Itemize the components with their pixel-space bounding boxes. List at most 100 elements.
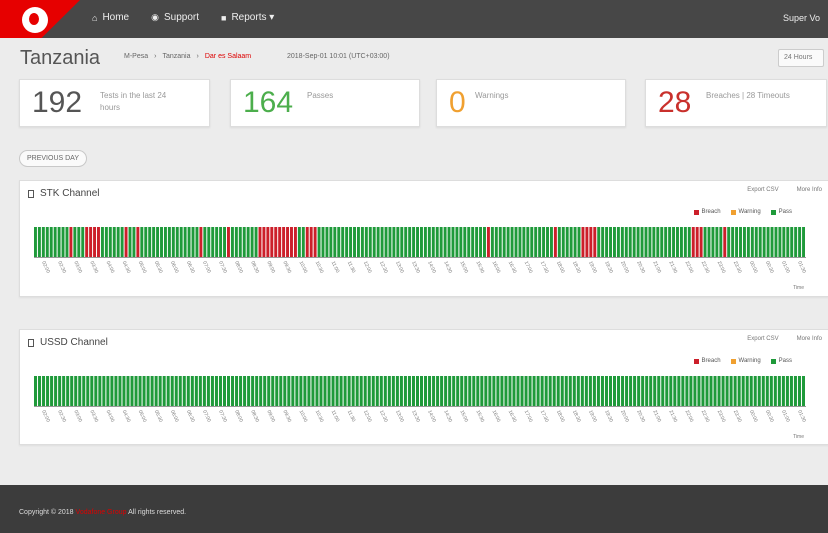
bar-pass bbox=[158, 376, 162, 406]
bar-pass bbox=[448, 376, 452, 406]
bar-pass bbox=[411, 376, 415, 406]
x-tick-label: 16:30 bbox=[507, 260, 518, 274]
bar-pass bbox=[460, 376, 464, 406]
bar-pass bbox=[154, 376, 158, 406]
export-csv-link[interactable]: Export CSV bbox=[747, 336, 778, 342]
bar-pass bbox=[238, 227, 242, 257]
bar-pass bbox=[86, 376, 90, 406]
bar-pass bbox=[536, 376, 540, 406]
bar-breach bbox=[97, 227, 100, 257]
bar-pass bbox=[565, 227, 569, 257]
bar-pass bbox=[573, 227, 577, 257]
bar-pass bbox=[689, 376, 693, 406]
bar-pass bbox=[329, 227, 333, 257]
bar-pass bbox=[191, 227, 195, 257]
bar-pass bbox=[110, 376, 114, 406]
bar-pass bbox=[148, 227, 152, 257]
bar-pass bbox=[427, 227, 431, 257]
bar-pass bbox=[443, 227, 447, 257]
user-menu[interactable]: Super Vo bbox=[783, 13, 820, 23]
more-info-link[interactable]: More Info bbox=[797, 336, 822, 342]
bar-pass bbox=[351, 376, 355, 406]
bar-pass bbox=[754, 227, 758, 257]
x-axis-label: Time bbox=[793, 285, 804, 291]
breaches-count: 28 bbox=[658, 86, 692, 119]
bar-pass bbox=[195, 227, 199, 257]
more-info-link[interactable]: More Info bbox=[797, 187, 822, 193]
bar-pass bbox=[657, 376, 661, 406]
time-range-select[interactable]: 24 Hours bbox=[778, 49, 824, 67]
pass-swatch bbox=[770, 358, 776, 364]
bar-pass bbox=[37, 227, 41, 257]
vodafone-logo[interactable] bbox=[0, 0, 80, 38]
bar-pass bbox=[761, 376, 765, 406]
bar-pass bbox=[144, 227, 148, 257]
bar-pass bbox=[605, 227, 609, 257]
passes-label: Passes bbox=[307, 91, 334, 100]
x-tick-label: 14:30 bbox=[442, 260, 453, 274]
x-tick-label: 12:00 bbox=[362, 260, 373, 274]
bar-pass bbox=[506, 227, 510, 257]
bar-pass bbox=[789, 376, 793, 406]
nav-home[interactable]: ⌂ Home bbox=[92, 12, 129, 23]
bar-pass bbox=[713, 376, 717, 406]
bar-pass bbox=[613, 227, 616, 257]
export-csv-link[interactable]: Export CSV bbox=[747, 187, 778, 193]
x-tick-label: 11:30 bbox=[346, 260, 357, 274]
bar-pass bbox=[299, 376, 303, 406]
bar-pass bbox=[383, 376, 387, 406]
bar-pass bbox=[766, 227, 770, 257]
x-tick-label: 04:00 bbox=[105, 260, 116, 274]
bar-pass bbox=[73, 227, 77, 257]
bar-pass bbox=[683, 227, 687, 257]
bar-pass bbox=[568, 376, 572, 406]
previous-day-button[interactable]: PREVIOUS DAY bbox=[19, 150, 87, 167]
bar-pass bbox=[475, 227, 479, 257]
bar-pass bbox=[476, 376, 480, 406]
bar-pass bbox=[130, 376, 134, 406]
bar-pass bbox=[455, 227, 459, 257]
bar-pass bbox=[652, 227, 656, 257]
x-tick-label: 07:30 bbox=[217, 409, 228, 423]
breadcrumb-item[interactable]: Tanzania bbox=[162, 53, 190, 60]
bar-pass bbox=[794, 227, 798, 257]
x-tick-label: 07:00 bbox=[201, 409, 212, 423]
bar-breach bbox=[227, 227, 230, 257]
bar-pass bbox=[327, 376, 331, 406]
bar-pass bbox=[283, 376, 287, 406]
nav-support[interactable]: ◉ Support bbox=[151, 12, 199, 23]
x-tick-label: 11:00 bbox=[330, 409, 341, 423]
bar-pass bbox=[62, 376, 66, 406]
breadcrumb-item[interactable]: M-Pesa bbox=[124, 53, 148, 60]
bar-pass bbox=[380, 227, 384, 257]
nav-reports[interactable]: ■ Reports ▾ bbox=[221, 12, 274, 23]
bar-pass bbox=[452, 376, 456, 406]
bar-pass bbox=[114, 376, 118, 406]
x-tick-label: 19:00 bbox=[587, 260, 598, 274]
main-nav: ⌂ Home ◉ Support ■ Reports ▾ bbox=[92, 12, 274, 23]
bar-pass bbox=[729, 376, 733, 406]
bar-pass bbox=[717, 376, 721, 406]
bar-breach bbox=[282, 227, 286, 257]
bar-pass bbox=[42, 376, 46, 406]
bar-pass bbox=[367, 376, 371, 406]
bar-pass bbox=[676, 227, 679, 257]
bar-pass bbox=[660, 227, 664, 257]
bar-pass bbox=[757, 376, 761, 406]
bar-pass bbox=[210, 376, 214, 406]
bar-pass bbox=[112, 227, 116, 257]
panel-links: Export CSV More Info bbox=[747, 336, 822, 342]
bar-pass bbox=[703, 227, 707, 257]
bar-pass bbox=[104, 227, 108, 257]
bar-pass bbox=[711, 227, 715, 257]
x-tick-label: 22:30 bbox=[700, 260, 711, 274]
bar-pass bbox=[120, 227, 124, 257]
tests-label: Tests in the last 24 hours bbox=[100, 91, 167, 112]
x-tick-label: 12:30 bbox=[378, 260, 389, 274]
footer-brand-link[interactable]: Vodafone Group bbox=[76, 509, 127, 516]
bar-pass bbox=[669, 376, 673, 406]
bar-pass bbox=[420, 376, 424, 406]
bar-pass bbox=[617, 376, 621, 406]
bar-breach bbox=[278, 227, 282, 257]
bar-pass bbox=[74, 376, 78, 406]
